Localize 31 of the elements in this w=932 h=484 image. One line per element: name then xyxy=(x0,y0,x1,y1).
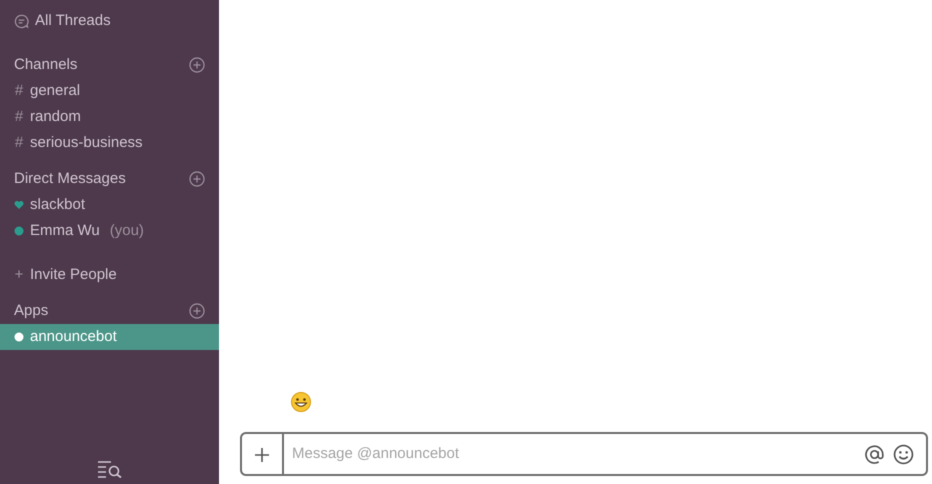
add-icon[interactable] xyxy=(189,171,205,187)
add-icon[interactable] xyxy=(189,303,205,319)
section-heading[interactable]: Direct Messages xyxy=(14,168,126,190)
invite-people-link[interactable]: + Invite People xyxy=(0,262,219,288)
you-note: (you) xyxy=(110,220,144,241)
conversation-item[interactable]: slackbot xyxy=(0,192,219,218)
all-threads-label: All Threads xyxy=(35,10,111,31)
presence-dot-icon xyxy=(14,226,24,236)
thread-icon xyxy=(14,14,29,28)
emoji-icon[interactable] xyxy=(893,444,914,464)
message-field[interactable]: Message @announcebot xyxy=(284,432,928,476)
channel-item[interactable]: # general xyxy=(0,78,219,104)
plus-icon: + xyxy=(14,264,24,286)
conversation-item[interactable]: announcebot xyxy=(0,324,219,350)
channel-item[interactable]: # serious-business xyxy=(0,130,219,156)
grinning-emoji-icon xyxy=(291,392,311,412)
mention-icon[interactable] xyxy=(864,444,885,464)
attach-button[interactable] xyxy=(240,432,284,476)
search-list-icon[interactable] xyxy=(96,460,122,478)
plus-icon xyxy=(254,446,270,463)
heart-icon xyxy=(14,200,24,210)
all-threads-link[interactable]: All Threads xyxy=(0,0,219,42)
section-heading[interactable]: Channels xyxy=(14,54,78,76)
hash-icon: # xyxy=(14,132,24,154)
section-heading[interactable]: Apps xyxy=(14,300,48,322)
conversation-item[interactable]: Emma Wu (you) xyxy=(0,218,219,244)
add-icon[interactable] xyxy=(189,57,205,73)
channel-item[interactable]: # random xyxy=(0,104,219,130)
hash-icon: # xyxy=(14,106,24,128)
presence-dot-icon xyxy=(14,332,24,342)
hash-icon: # xyxy=(14,80,24,102)
